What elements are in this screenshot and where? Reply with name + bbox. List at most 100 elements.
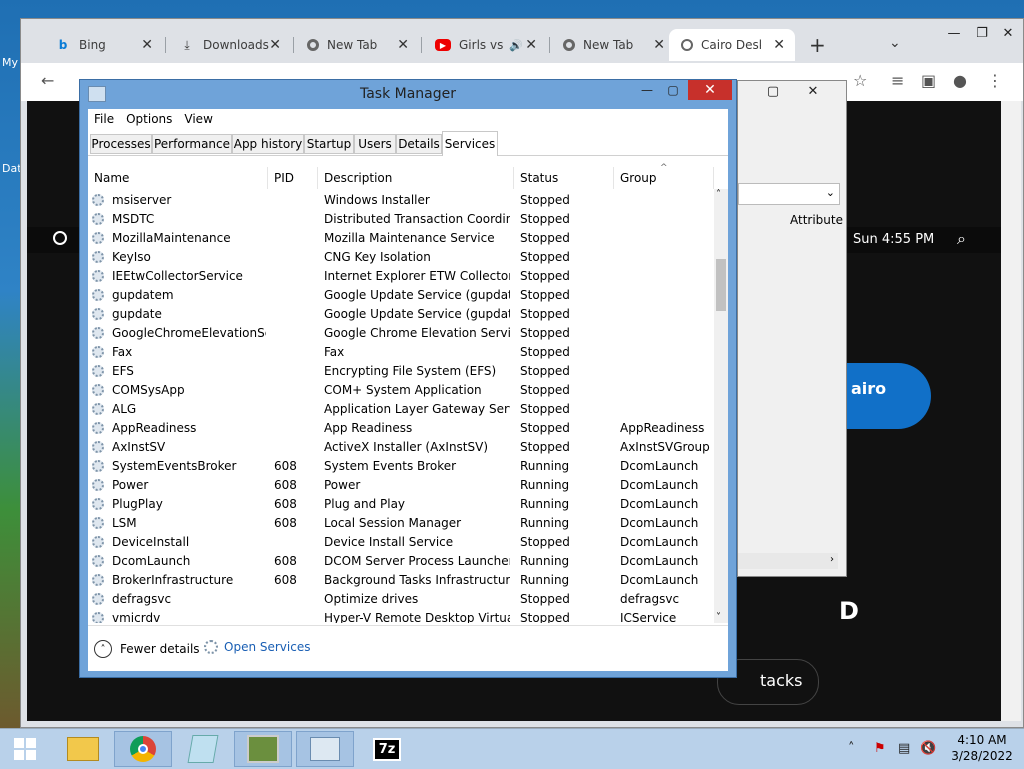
tab-details[interactable]: Details bbox=[396, 134, 442, 154]
column-header-pid[interactable]: PID bbox=[268, 167, 318, 189]
minimize-button[interactable]: — bbox=[634, 80, 660, 100]
table-row[interactable]: AppReadiness App Readiness Stopped AppReadi… bbox=[88, 419, 714, 438]
chevron-up-icon[interactable]: ˄ bbox=[716, 189, 721, 200]
table-row[interactable]: gupdate Google Update Service (gupdate) St… bbox=[88, 305, 714, 324]
cell-status: Running bbox=[520, 516, 570, 530]
cell-desc: Google Chrome Elevation Servic... bbox=[324, 326, 510, 340]
media-controls-icon[interactable]: ≡ bbox=[891, 71, 904, 90]
table-row[interactable]: AxInstSV ActiveX Installer (AxInstSV) Stop… bbox=[88, 438, 714, 457]
dropdown[interactable]: ⌄ bbox=[738, 183, 840, 205]
close-window-button[interactable]: ✕ bbox=[688, 80, 732, 100]
network-icon[interactable]: ▤ bbox=[898, 741, 910, 756]
column-header[interactable]: Attribute bbox=[790, 213, 843, 227]
column-header-status[interactable]: Status bbox=[514, 167, 614, 189]
maximize-button[interactable]: ▢ bbox=[660, 80, 686, 100]
back-arrow-icon[interactable]: ← bbox=[41, 71, 54, 90]
table-row[interactable]: KeyIso CNG Key Isolation Stopped bbox=[88, 248, 714, 267]
close-icon[interactable]: ✕ bbox=[653, 37, 665, 53]
open-services-link[interactable]: Open Services bbox=[204, 640, 310, 654]
tab-processes[interactable]: Processes bbox=[90, 134, 152, 154]
vertical-scrollbar[interactable]: ˄ ˅ bbox=[714, 189, 728, 623]
close-icon[interactable]: ✕ bbox=[773, 37, 785, 53]
close-window-button[interactable]: ✕ bbox=[985, 19, 1024, 47]
cairo-clock[interactable]: Sun 4:55 PM bbox=[853, 232, 934, 247]
close-icon[interactable]: ✕ bbox=[525, 37, 537, 53]
chrome-icon[interactable] bbox=[114, 731, 172, 767]
tab-users[interactable]: Users bbox=[354, 134, 396, 154]
volume-muted-icon[interactable]: 🔇 bbox=[920, 741, 936, 756]
menu-options[interactable]: Options bbox=[120, 112, 178, 126]
tab-bing[interactable]: b Bing ✕ bbox=[43, 29, 163, 61]
cell-desc: Mozilla Maintenance Service bbox=[324, 231, 495, 245]
task-manager-icon[interactable] bbox=[296, 731, 354, 767]
flag-icon[interactable]: ⚑ bbox=[874, 741, 886, 756]
close-icon[interactable]: ✕ bbox=[269, 37, 281, 53]
tab-new-tab[interactable]: New Tab ✕ bbox=[295, 29, 419, 61]
tab-downloads[interactable]: ⤓ Downloads ✕ bbox=[167, 29, 291, 61]
activities-icon[interactable] bbox=[53, 231, 67, 245]
tab-new-tab-2[interactable]: New Tab ✕ bbox=[551, 29, 675, 61]
tab-cairo[interactable]: Cairo Deskt ✕ bbox=[669, 29, 795, 61]
table-row[interactable]: msiserver Windows Installer Stopped bbox=[88, 191, 714, 210]
table-row[interactable]: SystemEventsBroker 608 System Events Broke… bbox=[88, 457, 714, 476]
cell-desc: Application Layer Gateway Service bbox=[324, 402, 510, 416]
close-icon[interactable]: ✕ bbox=[397, 37, 409, 53]
tab-app-history[interactable]: App history bbox=[232, 134, 304, 154]
tab-performance[interactable]: Performance bbox=[152, 134, 232, 154]
menu-file[interactable]: File bbox=[88, 112, 120, 126]
desktop-icon-label[interactable]: My bbox=[2, 56, 18, 69]
tab-youtube[interactable]: ▶ Girls vs 🔊 ✕ bbox=[423, 29, 547, 61]
chevron-up-icon[interactable]: ˄ bbox=[848, 741, 855, 756]
fewer-details-button[interactable]: ˄ Fewer details bbox=[94, 640, 200, 658]
bing-icon: b bbox=[58, 38, 68, 52]
table-row[interactable]: DeviceInstall Device Install Service Stopp… bbox=[88, 533, 714, 552]
table-row[interactable]: EFS Encrypting File System (EFS) Stopped bbox=[88, 362, 714, 381]
photo-icon[interactable] bbox=[234, 731, 292, 767]
side-panel-icon[interactable]: ▣ bbox=[921, 71, 936, 90]
cell-pid: 608 bbox=[274, 516, 297, 530]
table-row[interactable]: BrokerInfrastructure 608 Background Tasks … bbox=[88, 571, 714, 590]
page-scrollbar[interactable] bbox=[1001, 101, 1021, 721]
chevron-down-icon[interactable]: ⌄ bbox=[889, 35, 901, 51]
table-row[interactable]: IEEtwCollectorService Internet Explorer E… bbox=[88, 267, 714, 286]
table-row[interactable]: PlugPlay 608 Plug and Play Running DcomLaunc… bbox=[88, 495, 714, 514]
table-row[interactable]: vmicrdv Hyper-V Remote Desktop Virtual...… bbox=[88, 609, 714, 623]
search-icon[interactable]: ⌕ bbox=[957, 229, 966, 249]
table-row[interactable]: LSM 608 Local Session Manager Running DcomLa… bbox=[88, 514, 714, 533]
table-row[interactable]: MSDTC Distributed Transaction Coordin... S… bbox=[88, 210, 714, 229]
star-icon[interactable]: ☆ bbox=[853, 71, 867, 90]
table-row[interactable]: COMSysApp COM+ System Application Stopped bbox=[88, 381, 714, 400]
table-row[interactable]: MozillaMaintenance Mozilla Maintenance Se… bbox=[88, 229, 714, 248]
profile-icon[interactable]: ● bbox=[953, 71, 967, 90]
chevron-down-icon[interactable]: ˅ bbox=[716, 612, 721, 623]
table-row[interactable]: DcomLaunch 608 DCOM Server Process Launche… bbox=[88, 552, 714, 571]
start-icon[interactable] bbox=[0, 731, 50, 767]
close-icon[interactable]: ✕ bbox=[141, 37, 153, 53]
table-row[interactable]: Power 608 Power Running DcomLaunch bbox=[88, 476, 714, 495]
7zip-icon[interactable]: 7z bbox=[358, 731, 416, 767]
new-tab-button[interactable]: + bbox=[809, 33, 826, 57]
h-scrollbar[interactable]: › bbox=[738, 553, 838, 569]
title-bar[interactable]: Task Manager — ▢ ✕ bbox=[80, 80, 736, 108]
scrollbar-thumb[interactable] bbox=[716, 259, 726, 311]
maximize-button[interactable]: ▢ bbox=[758, 81, 788, 101]
tab-services[interactable]: Services bbox=[442, 131, 498, 156]
cell-status: Stopped bbox=[520, 535, 570, 549]
column-header-description[interactable]: Description bbox=[318, 167, 514, 189]
file-explorer-icon[interactable] bbox=[54, 731, 112, 767]
table-row[interactable]: Fax Fax Stopped bbox=[88, 343, 714, 362]
cell-status: Running bbox=[520, 573, 570, 587]
table-row[interactable]: defragsvc Optimize drives Stopped defragsvc bbox=[88, 590, 714, 609]
menu-view[interactable]: View bbox=[178, 112, 218, 126]
table-row[interactable]: ALG Application Layer Gateway Service Stop… bbox=[88, 400, 714, 419]
table-row[interactable]: gupdatem Google Update Service (gupdate..… bbox=[88, 286, 714, 305]
column-header-name[interactable]: Name bbox=[88, 167, 268, 189]
tab-startup[interactable]: Startup bbox=[304, 134, 354, 154]
taskbar-clock[interactable]: 4:10 AM 3/28/2022 bbox=[944, 732, 1020, 764]
close-window-button[interactable]: ✕ bbox=[798, 81, 828, 101]
table-row[interactable]: GoogleChromeElevationSer... Google Chrome… bbox=[88, 324, 714, 343]
desktop-icon-label[interactable]: Dat bbox=[2, 162, 22, 175]
more-menu-icon[interactable]: ⋮ bbox=[987, 71, 1003, 90]
speaker-icon[interactable]: 🔊 bbox=[509, 39, 523, 52]
notepad-icon[interactable] bbox=[174, 731, 232, 767]
